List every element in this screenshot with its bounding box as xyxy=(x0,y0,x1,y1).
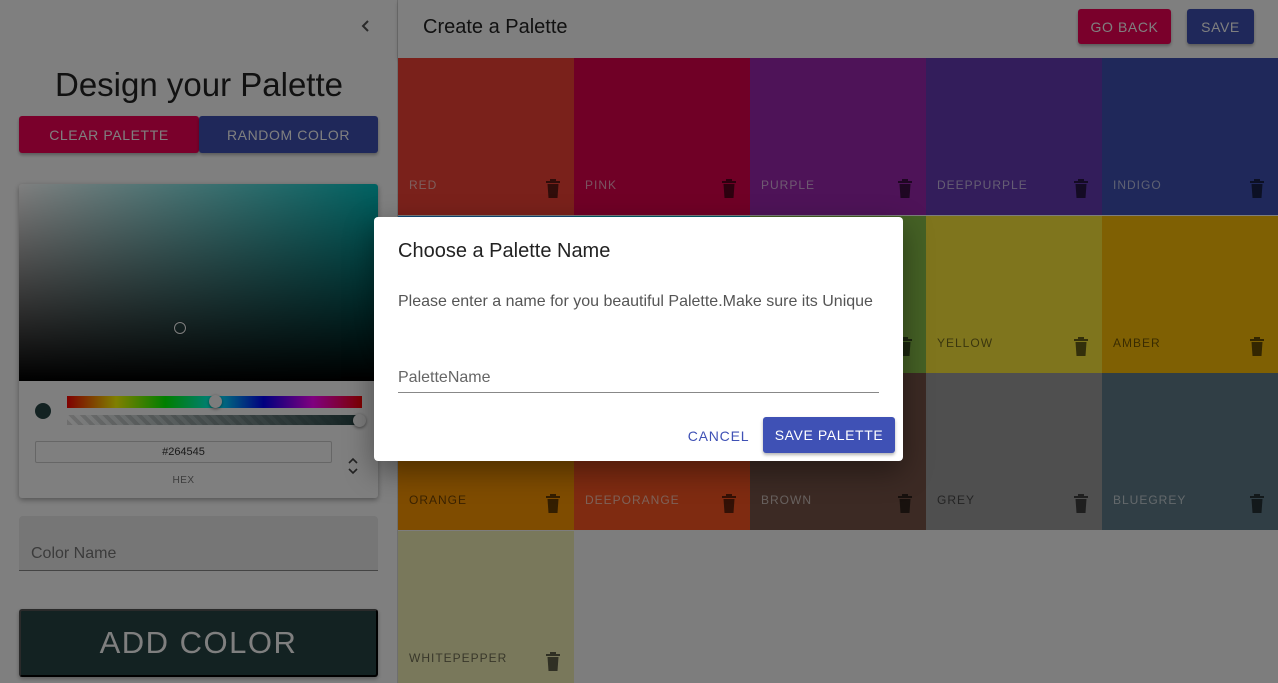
palette-name-dialog: Choose a Palette Name Please enter a nam… xyxy=(374,217,903,461)
save-palette-button[interactable]: SAVE PALETTE xyxy=(763,417,895,453)
dialog-title: Choose a Palette Name xyxy=(398,240,611,262)
palette-name-placeholder: PaletteName xyxy=(398,369,491,386)
dialog-text: Please enter a name for you beautiful Pa… xyxy=(398,293,873,310)
palette-name-input[interactable]: PaletteName xyxy=(398,361,879,393)
cancel-button[interactable]: CANCEL xyxy=(685,418,752,453)
